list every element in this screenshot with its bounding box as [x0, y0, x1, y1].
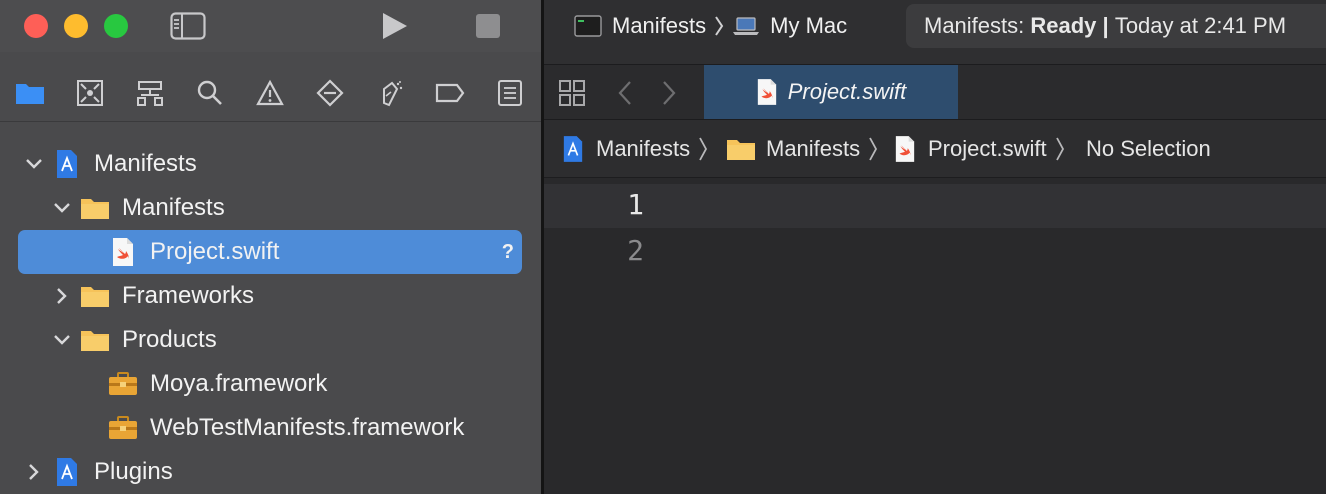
find-icon[interactable]	[195, 78, 225, 108]
close-window-button[interactable]	[24, 14, 48, 38]
jumpbar-item-symbol[interactable]: No Selection	[1086, 134, 1211, 164]
issue-icon[interactable]	[255, 78, 285, 108]
chevron-down-icon[interactable]	[52, 330, 72, 350]
status-prefix: Manifests:	[924, 13, 1031, 38]
editor-tab-bar: Project.swift	[544, 64, 1326, 120]
tree-label: Manifests	[94, 150, 197, 177]
jumpbar-item-project[interactable]: Manifests	[562, 134, 708, 164]
tree-label: Plugins	[94, 458, 173, 485]
tree-row-root-project[interactable]: Manifests	[0, 142, 542, 186]
tree-label: Moya.framework	[150, 370, 328, 397]
source-editor[interactable]: 1 2	[544, 178, 1326, 494]
tree-label: Project.swift	[150, 238, 280, 265]
current-line-highlight	[544, 184, 1326, 228]
chevron-right-icon[interactable]	[24, 462, 44, 482]
framework-toolbox-icon	[108, 369, 138, 399]
laptop-icon	[732, 16, 760, 36]
tree-row-product-item[interactable]: Moya.framework	[0, 362, 542, 406]
tree-row-group-manifests[interactable]: Manifests	[0, 186, 542, 230]
status-time: Today at 2:41 PM	[1114, 13, 1287, 38]
navigator-separator	[0, 121, 542, 122]
swift-file-icon	[756, 78, 778, 106]
line-number: 1	[627, 188, 644, 221]
related-items-grid-icon[interactable]	[558, 79, 586, 107]
line-number: 2	[627, 234, 644, 267]
debug-icon[interactable]	[375, 78, 405, 108]
jumpbar-label: Project.swift	[928, 136, 1047, 161]
chevron-down-icon[interactable]	[52, 198, 72, 218]
status-separator: |	[1096, 13, 1115, 38]
navigator-pane: Manifests Manifests Project.swift ? Fram…	[0, 0, 542, 494]
minimize-window-button[interactable]	[64, 14, 88, 38]
tree-row-frameworks[interactable]: Frameworks	[0, 274, 542, 318]
window-toolbar-left	[0, 0, 542, 52]
breakpoint-icon[interactable]	[435, 78, 465, 108]
chevron-right-icon	[1055, 136, 1065, 162]
tree-label: Manifests	[122, 194, 225, 221]
editor-pane: Manifests My Mac Manifests: Ready | Toda…	[544, 0, 1326, 494]
jumpbar-item-file[interactable]: Project.swift	[894, 134, 1065, 164]
tree-row-products[interactable]: Products	[0, 318, 542, 362]
jump-bar: Manifests Manifests Project.swift No Sel…	[544, 120, 1326, 178]
jumpbar-label: No Selection	[1086, 136, 1211, 161]
test-icon[interactable]	[315, 78, 345, 108]
chevron-down-icon[interactable]	[24, 154, 44, 174]
editor-tab-project-swift[interactable]: Project.swift	[704, 65, 958, 119]
symbol-icon[interactable]	[135, 78, 165, 108]
tree-label: WebTestManifests.framework	[150, 414, 465, 441]
swift-file-icon	[894, 135, 916, 163]
tree-label: Frameworks	[122, 282, 255, 309]
stop-button[interactable]	[476, 14, 500, 38]
folder-icon	[726, 137, 756, 161]
report-icon[interactable]	[495, 78, 525, 108]
tree-row-project-swift[interactable]: Project.swift ?	[0, 230, 542, 274]
source-control-icon[interactable]	[75, 78, 105, 108]
window-toolbar-right: Manifests My Mac Manifests: Ready | Toda…	[544, 0, 1326, 64]
folder-icon	[80, 193, 110, 223]
forward-chevron-icon[interactable]	[660, 80, 678, 106]
xcode-project-icon	[52, 457, 82, 487]
xcode-project-icon	[562, 135, 584, 163]
zoom-window-button[interactable]	[104, 14, 128, 38]
activity-status: Manifests: Ready | Today at 2:41 PM	[906, 4, 1326, 48]
tree-label: Products	[122, 326, 217, 353]
framework-toolbox-icon	[108, 413, 138, 443]
run-destination: My Mac	[770, 13, 848, 38]
tab-label: Project.swift	[787, 79, 907, 104]
chevron-right-icon	[714, 15, 724, 37]
scheme-name: Manifests	[612, 13, 707, 38]
tree-row-plugins[interactable]: Plugins	[0, 450, 542, 494]
terminal-icon	[574, 15, 602, 37]
sidebar-toggle-icon[interactable]	[170, 12, 206, 40]
jumpbar-label: Manifests	[766, 136, 861, 161]
xcode-project-icon	[52, 149, 82, 179]
navigator-tab-bar	[0, 66, 542, 120]
source-control-status-badge: ?	[501, 240, 514, 263]
chevron-right-icon	[868, 136, 878, 162]
jumpbar-label: Manifests	[596, 136, 691, 161]
swift-file-icon	[108, 237, 138, 267]
chevron-right-icon	[698, 136, 708, 162]
jumpbar-item-group[interactable]: Manifests	[726, 134, 878, 164]
scheme-selector[interactable]: Manifests My Mac	[574, 12, 847, 40]
folder-icon	[80, 281, 110, 311]
folder-icon[interactable]	[15, 78, 45, 108]
back-chevron-icon[interactable]	[616, 80, 634, 106]
folder-icon	[80, 325, 110, 355]
run-button[interactable]	[380, 12, 410, 40]
tree-row-product-item[interactable]: WebTestManifests.framework	[0, 406, 542, 450]
chevron-right-icon[interactable]	[52, 286, 72, 306]
status-state: Ready	[1030, 13, 1097, 38]
